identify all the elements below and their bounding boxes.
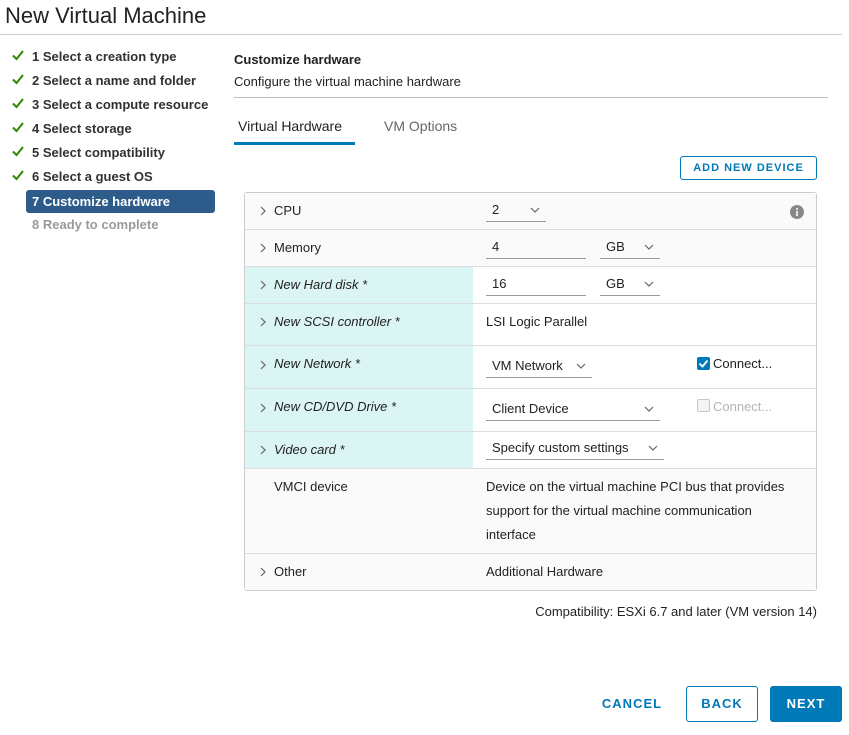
chevron-right-icon[interactable]: [258, 243, 268, 253]
cd-dvd-label: New CD/DVD Drive *: [274, 399, 397, 414]
header-divider: [234, 97, 828, 98]
chevron-down-icon: [644, 281, 654, 287]
cpu-label: CPU: [274, 203, 302, 218]
chevron-right-icon[interactable]: [258, 317, 268, 327]
other-label: Other: [274, 564, 307, 579]
step-label: 3 Select a compute resource: [32, 97, 209, 112]
step-6[interactable]: 6 Select a guest OS: [10, 166, 220, 190]
video-card-select[interactable]: Specify custom settings: [486, 438, 664, 460]
chevron-down-icon: [648, 445, 658, 451]
add-new-device-button[interactable]: ADD NEW DEVICE: [680, 156, 817, 180]
network-select[interactable]: VM Network: [486, 356, 592, 378]
info-icon[interactable]: [790, 205, 804, 219]
row-memory: Memory 4 GB: [245, 230, 816, 267]
cd-dvd-select[interactable]: Client Device: [486, 399, 660, 421]
chevron-right-icon[interactable]: [258, 360, 268, 370]
tab-vm-options[interactable]: VM Options: [384, 118, 457, 134]
network-connect-checkbox[interactable]: [697, 357, 710, 370]
next-button[interactable]: NEXT: [770, 686, 842, 722]
chevron-right-icon[interactable]: [258, 567, 268, 577]
back-button[interactable]: BACK: [686, 686, 758, 722]
step-label: 6 Select a guest OS: [32, 169, 153, 184]
step-3[interactable]: 3 Select a compute resource: [10, 94, 220, 118]
row-other: Other Additional Hardware: [245, 554, 816, 590]
scsi-value: LSI Logic Parallel: [486, 314, 588, 329]
hard-disk-label: New Hard disk *: [274, 277, 368, 292]
other-value: Additional Hardware: [486, 564, 604, 579]
row-scsi-controller: New SCSI controller * LSI Logic Parallel: [245, 304, 816, 346]
row-cd-dvd: New CD/DVD Drive * Client Device Connect…: [245, 389, 816, 432]
row-hard-disk: New Hard disk * 16 GB: [245, 267, 816, 304]
hard-disk-size-input[interactable]: 16: [486, 274, 586, 296]
chevron-down-icon: [644, 244, 654, 250]
step-4[interactable]: 4 Select storage: [10, 118, 220, 142]
check-icon: [12, 170, 24, 181]
wizard-steps: 1 Select a creation type 2 Select a name…: [10, 46, 220, 238]
hardware-table: CPU 2 Memory 4 GB New Hard disk * 16 GB …: [244, 192, 817, 591]
window-title: New Virtual Machine: [5, 3, 207, 28]
video-card-label: Video card *: [274, 442, 345, 457]
row-vmci: VMCI device Device on the virtual machin…: [245, 469, 816, 554]
check-icon: [12, 122, 24, 133]
step-label: 4 Select storage: [32, 121, 132, 136]
check-icon: [12, 50, 24, 61]
cd-dvd-value: Client Device: [492, 401, 569, 416]
title-divider: [0, 34, 842, 35]
check-icon: [12, 146, 24, 157]
chevron-right-icon[interactable]: [258, 206, 268, 216]
section-subtitle: Configure the virtual machine hardware: [234, 74, 461, 89]
row-cpu: CPU 2: [245, 193, 816, 230]
step-label: 5 Select compatibility: [32, 145, 165, 160]
tab-virtual-hardware[interactable]: Virtual Hardware: [238, 118, 342, 134]
memory-label: Memory: [274, 240, 321, 255]
hard-disk-unit: GB: [606, 276, 625, 291]
step-1[interactable]: 1 Select a creation type: [10, 46, 220, 70]
memory-input[interactable]: 4: [486, 237, 586, 259]
cancel-button[interactable]: CANCEL: [598, 686, 666, 722]
section-title: Customize hardware: [234, 52, 362, 67]
network-value: VM Network: [492, 358, 563, 373]
step-2[interactable]: 2 Select a name and folder: [10, 70, 220, 94]
cpu-select[interactable]: 2: [486, 200, 546, 222]
video-card-value: Specify custom settings: [492, 440, 629, 455]
chevron-right-icon[interactable]: [258, 280, 268, 290]
step-7-active[interactable]: 7 Customize hardware: [26, 190, 215, 213]
check-icon: [698, 359, 709, 368]
scsi-label: New SCSI controller *: [274, 314, 400, 329]
step-label: 2 Select a name and folder: [32, 73, 197, 88]
check-icon: [12, 98, 24, 109]
row-network: New Network * VM Network Connect...: [245, 346, 816, 389]
network-label: New Network *: [274, 356, 360, 371]
chevron-down-icon: [530, 207, 540, 213]
step-8: 8 Ready to complete: [32, 217, 159, 232]
chevron-down-icon: [576, 363, 586, 369]
chevron-down-icon: [644, 406, 654, 412]
cd-dvd-connect-checkbox[interactable]: [697, 399, 710, 412]
cpu-value: 2: [492, 202, 500, 217]
hard-disk-unit-select[interactable]: GB: [600, 274, 660, 296]
chevron-right-icon[interactable]: [258, 445, 268, 455]
memory-unit: GB: [606, 239, 625, 254]
active-tab-indicator: [234, 142, 355, 145]
step-5[interactable]: 5 Select compatibility: [10, 142, 220, 166]
check-icon: [12, 74, 24, 85]
compatibility-text: Compatibility: ESXi 6.7 and later (VM ve…: [535, 604, 817, 619]
row-video-card: Video card * Specify custom settings: [245, 432, 816, 469]
cd-dvd-connect-label: Connect...: [713, 399, 773, 414]
network-connect-label: Connect...: [713, 356, 773, 371]
step-label: 1 Select a creation type: [32, 49, 177, 64]
vmci-description: Device on the virtual machine PCI bus th…: [486, 479, 785, 542]
vmci-label: VMCI device: [274, 479, 348, 494]
chevron-right-icon[interactable]: [258, 403, 268, 413]
memory-unit-select[interactable]: GB: [600, 237, 660, 259]
